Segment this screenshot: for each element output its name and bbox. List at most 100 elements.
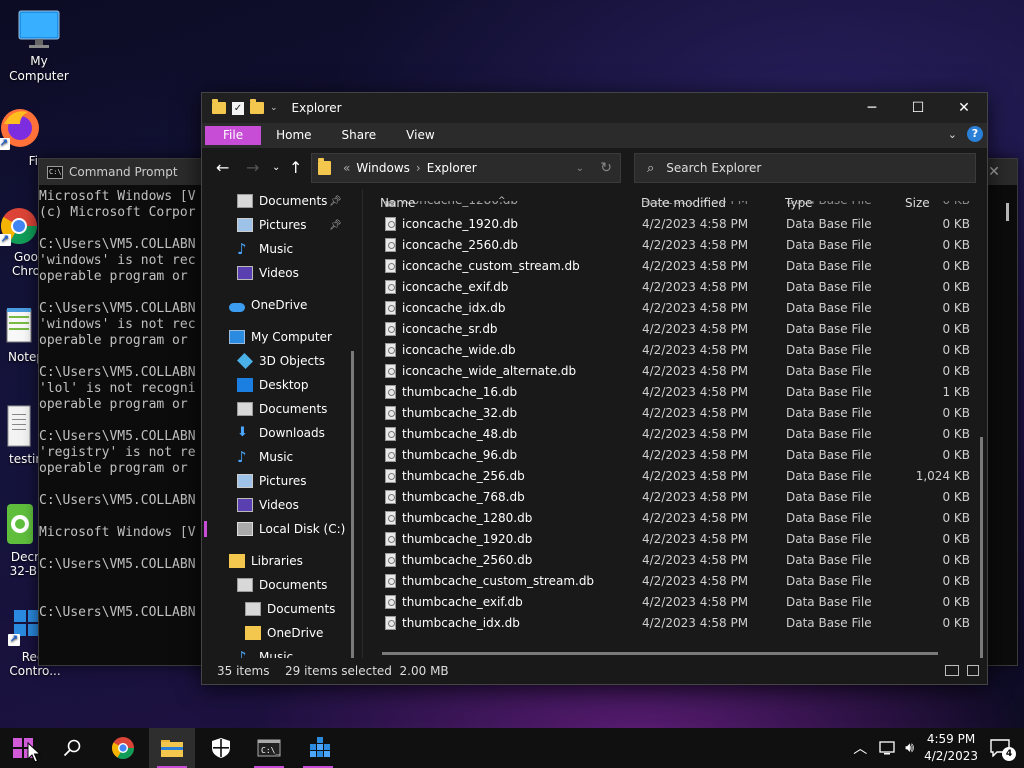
close-button[interactable]: ✕ [941, 93, 987, 123]
nav-item[interactable]: OneDrive [202, 621, 362, 645]
maximize-button[interactable]: ☐ [895, 93, 941, 123]
file-row[interactable]: iconcache_wide_alternate.db 4/2/2023 4:58… [364, 361, 986, 382]
nav-item-label: Pictures [259, 474, 307, 488]
file-row[interactable]: thumbcache_2560.db 4/2/2023 4:58 PM Data B… [364, 550, 986, 571]
nav-item[interactable]: ♪ Music [202, 445, 362, 469]
file-explorer-button[interactable] [149, 728, 195, 768]
nav-item[interactable]: ⬇ Downloads [202, 421, 362, 445]
system-tray: ︿ 🔊︎ 4:59 PM 4/2/2023 4 [853, 728, 1024, 768]
nav-item[interactable]: Libraries [202, 549, 362, 573]
expand-ribbon-chevron-icon[interactable]: ⌄ [948, 128, 957, 141]
nav-item[interactable]: Desktop [202, 373, 362, 397]
back-arrow-icon[interactable]: ← [216, 158, 229, 177]
security-button[interactable] [198, 728, 244, 768]
nav-item[interactable]: 3D Objects [202, 349, 362, 373]
file-list-horizontal-scrollbar[interactable] [382, 652, 938, 655]
app-button[interactable] [295, 728, 341, 768]
file-row[interactable]: thumbcache_exif.db 4/2/2023 4:58 PM Data B… [364, 592, 986, 613]
up-arrow-icon[interactable]: ↑ [289, 158, 302, 177]
nav-item[interactable]: Videos [202, 261, 362, 285]
clock[interactable]: 4:59 PM 4/2/2023 [924, 731, 978, 765]
cmd-scrollbar[interactable] [1006, 203, 1009, 221]
nav-item[interactable]: My Computer [202, 325, 362, 349]
pin-icon: 📌︎ [329, 219, 342, 231]
nav-item[interactable]: Documents [202, 397, 362, 421]
customize-toolbar-chevron-icon[interactable]: ⌄ [270, 103, 278, 113]
desktop-icon-my-computer[interactable]: My Computer [0, 10, 78, 84]
file-row[interactable]: iconcache_sr.db 4/2/2023 4:58 PM Data Base… [364, 319, 986, 340]
pane-divider[interactable] [362, 189, 363, 659]
nav-item[interactable]: Documents 📌︎ [202, 189, 362, 213]
search-button[interactable] [49, 728, 95, 768]
navigation-bar: ← → ⌄ ↑ « Windows › Explorer ⌄ ↻ ⌕ Searc… [202, 148, 987, 188]
file-row[interactable]: iconcache_1280.db 4/2/2023 4:58 PM Data Ba… [364, 201, 986, 214]
file-row[interactable]: iconcache_1920.db 4/2/2023 4:58 PM Data Ba… [364, 214, 986, 235]
address-bar[interactable]: « Windows › Explorer ⌄ ↻ [311, 153, 621, 183]
breadcrumb-overflow[interactable]: « [343, 161, 350, 175]
file-row[interactable]: thumbcache_idx.db 4/2/2023 4:58 PM Data Ba… [364, 613, 986, 634]
file-name: iconcache_1920.db [402, 217, 519, 231]
nav-item[interactable]: Documents [202, 573, 362, 597]
folder-icon[interactable] [212, 99, 226, 114]
search-box[interactable]: ⌕ Search Explorer [634, 153, 976, 183]
large-icons-view-icon[interactable] [967, 665, 979, 676]
nav-item[interactable]: Videos [202, 493, 362, 517]
nav-item[interactable]: ♪ Music [202, 237, 362, 261]
file-row[interactable]: thumbcache_256.db 4/2/2023 4:58 PM Data Ba… [364, 466, 986, 487]
tab-share[interactable]: Share [327, 126, 392, 145]
file-row[interactable]: thumbcache_custom_stream.db 4/2/2023 4:58… [364, 571, 986, 592]
details-view-icon[interactable] [945, 665, 959, 676]
file-list-scrollbar[interactable] [980, 437, 983, 684]
shortcut-arrow-icon: ↗ [8, 634, 20, 646]
explorer-window[interactable]: ✓ ⌄ Explorer ─ ☐ ✕ File Home Share View … [201, 92, 988, 685]
file-type: Data Base File [786, 343, 872, 357]
nav-item[interactable]: ♪ Music [202, 645, 362, 660]
file-row[interactable]: thumbcache_96.db 4/2/2023 4:58 PM Data Bas… [364, 445, 986, 466]
breadcrumb-explorer[interactable]: Explorer [427, 161, 477, 175]
nav-item[interactable]: Pictures 📌︎ [202, 213, 362, 237]
breadcrumb-windows[interactable]: Windows [356, 161, 410, 175]
tab-home[interactable]: Home [261, 126, 326, 145]
explorer-titlebar[interactable]: ✓ ⌄ Explorer ─ ☐ ✕ [202, 93, 987, 123]
file-row[interactable]: iconcache_wide.db 4/2/2023 4:58 PM Data Ba… [364, 340, 986, 361]
forward-arrow-icon[interactable]: → [246, 158, 259, 177]
file-row[interactable]: iconcache_idx.db 4/2/2023 4:58 PM Data Bas… [364, 298, 986, 319]
network-icon[interactable] [879, 740, 897, 756]
nav-item[interactable]: Local Disk (C:) [202, 517, 362, 541]
nav-pane-scrollbar[interactable] [351, 351, 354, 673]
file-size: 0 KB [942, 259, 970, 273]
search-input[interactable]: Search Explorer [666, 161, 761, 175]
notifications-button[interactable]: 4 [990, 739, 1016, 761]
file-row[interactable]: thumbcache_16.db 4/2/2023 4:58 PM Data Bas… [364, 382, 986, 403]
properties-icon[interactable]: ✓ [232, 101, 244, 115]
minimize-button[interactable]: ─ [849, 93, 895, 123]
file-row[interactable]: thumbcache_1920.db 4/2/2023 4:58 PM Data B… [364, 529, 986, 550]
volume-icon[interactable]: 🔊︎ [905, 740, 914, 756]
nav-item[interactable]: Pictures [202, 469, 362, 493]
refresh-icon[interactable]: ↻ [600, 160, 612, 176]
file-row[interactable]: iconcache_custom_stream.db 4/2/2023 4:58 … [364, 256, 986, 277]
file-row[interactable]: iconcache_2560.db 4/2/2023 4:58 PM Data Ba… [364, 235, 986, 256]
recent-locations-chevron-icon[interactable]: ⌄ [272, 162, 280, 173]
cmd-button[interactable]: C:\_ [246, 728, 292, 768]
firefox-icon: ↗ [0, 106, 42, 150]
help-icon[interactable]: ? [967, 126, 983, 142]
new-folder-icon[interactable] [250, 99, 264, 114]
address-dropdown-icon[interactable]: ⌄ [576, 163, 584, 174]
file-list[interactable]: ^ Name Date modified Type Size iconcache… [364, 189, 986, 649]
file-type: Data Base File [786, 259, 872, 273]
file-row[interactable]: thumbcache_48.db 4/2/2023 4:58 PM Data Bas… [364, 424, 986, 445]
downloads-icon: ⬇ [237, 425, 248, 440]
file-row[interactable]: thumbcache_768.db 4/2/2023 4:58 PM Data Ba… [364, 487, 986, 508]
tab-view[interactable]: View [391, 126, 449, 145]
chrome-button[interactable] [100, 728, 146, 768]
navigation-pane[interactable]: Documents 📌︎ Pictures 📌︎ ♪ Music Videos OneDriv… [202, 189, 362, 659]
nav-item[interactable]: OneDrive [202, 293, 362, 317]
file-row[interactable]: iconcache_exif.db 4/2/2023 4:58 PM Data Ba… [364, 277, 986, 298]
file-row[interactable]: thumbcache_32.db 4/2/2023 4:58 PM Data Bas… [364, 403, 986, 424]
tab-file[interactable]: File [205, 126, 262, 145]
file-name: thumbcache_256.db [402, 469, 525, 483]
show-hidden-icons-chevron-icon[interactable]: ︿ [853, 738, 867, 758]
nav-item[interactable]: Documents [202, 597, 362, 621]
file-row[interactable]: thumbcache_1280.db 4/2/2023 4:58 PM Data B… [364, 508, 986, 529]
